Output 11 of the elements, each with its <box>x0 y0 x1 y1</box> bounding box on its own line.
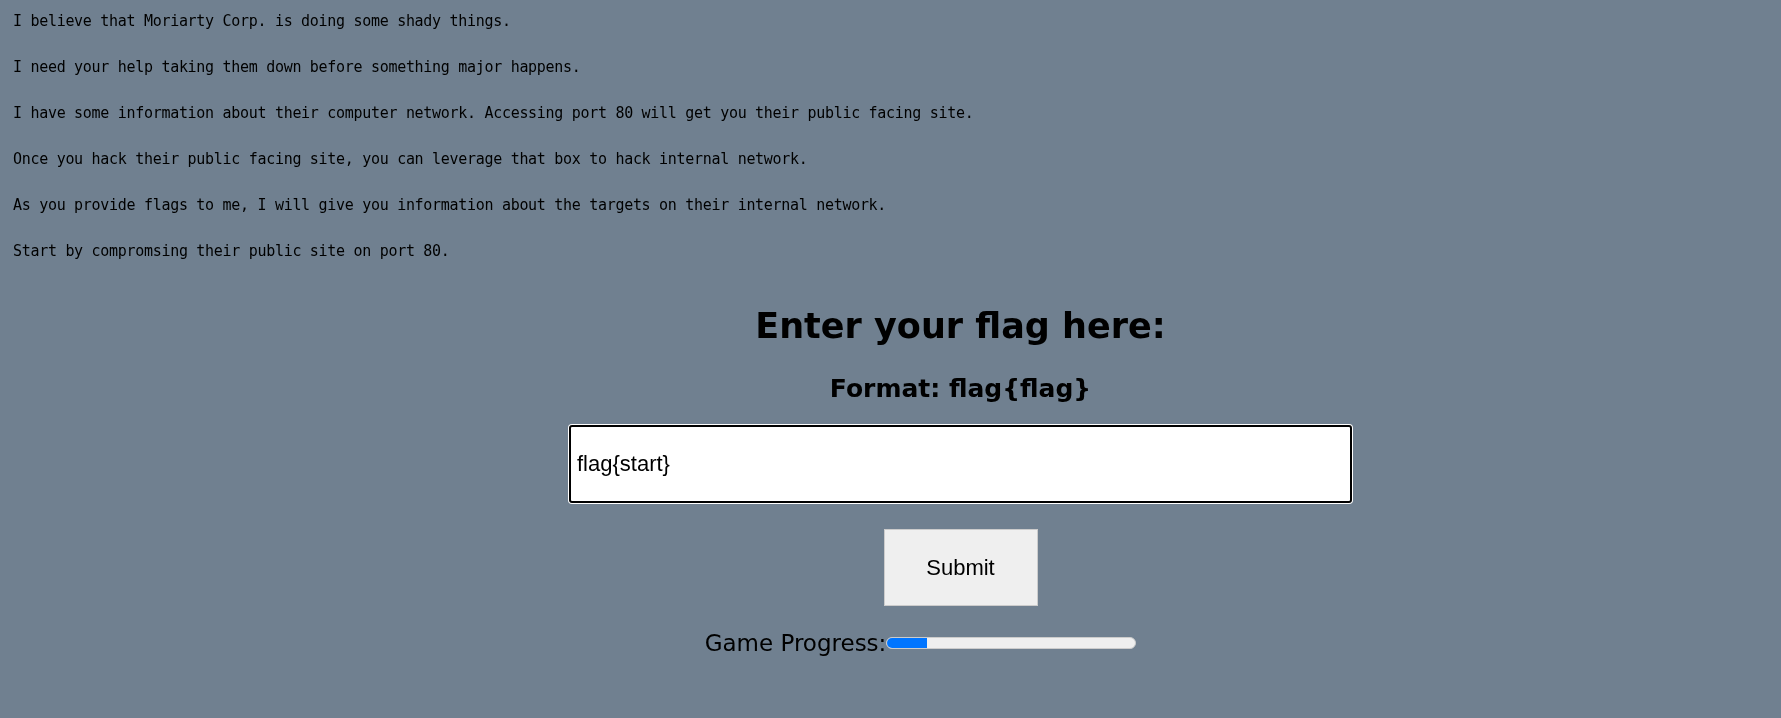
intro-paragraph: I believe that Moriarty Corp. is doing some shady things. <box>13 11 512 32</box>
intro-paragraph: I need your help taking them down before something major happens. <box>13 57 582 78</box>
intro-paragraph: Start by compromsing their public site on port 80. <box>13 241 451 262</box>
form-heading: Enter your flag here: <box>755 306 1166 346</box>
submit-button[interactable]: Submit <box>883 529 1038 606</box>
flag-input-field[interactable]: flag{start} <box>569 425 1352 503</box>
progress-label: Game Progress: <box>704 630 887 656</box>
intro-paragraph: As you provide flags to me, I will give you information about the targets on their internal network. <box>13 195 888 216</box>
intro-paragraph: Once you hack their public facing site, you can leverage that box to hack internal network. <box>13 149 809 170</box>
format-hint: Format: flag{flag} <box>829 374 1092 403</box>
intro-paragraph: I have some information about their computer network. Accessing port 80 will get you their public facing site. <box>13 103 975 124</box>
